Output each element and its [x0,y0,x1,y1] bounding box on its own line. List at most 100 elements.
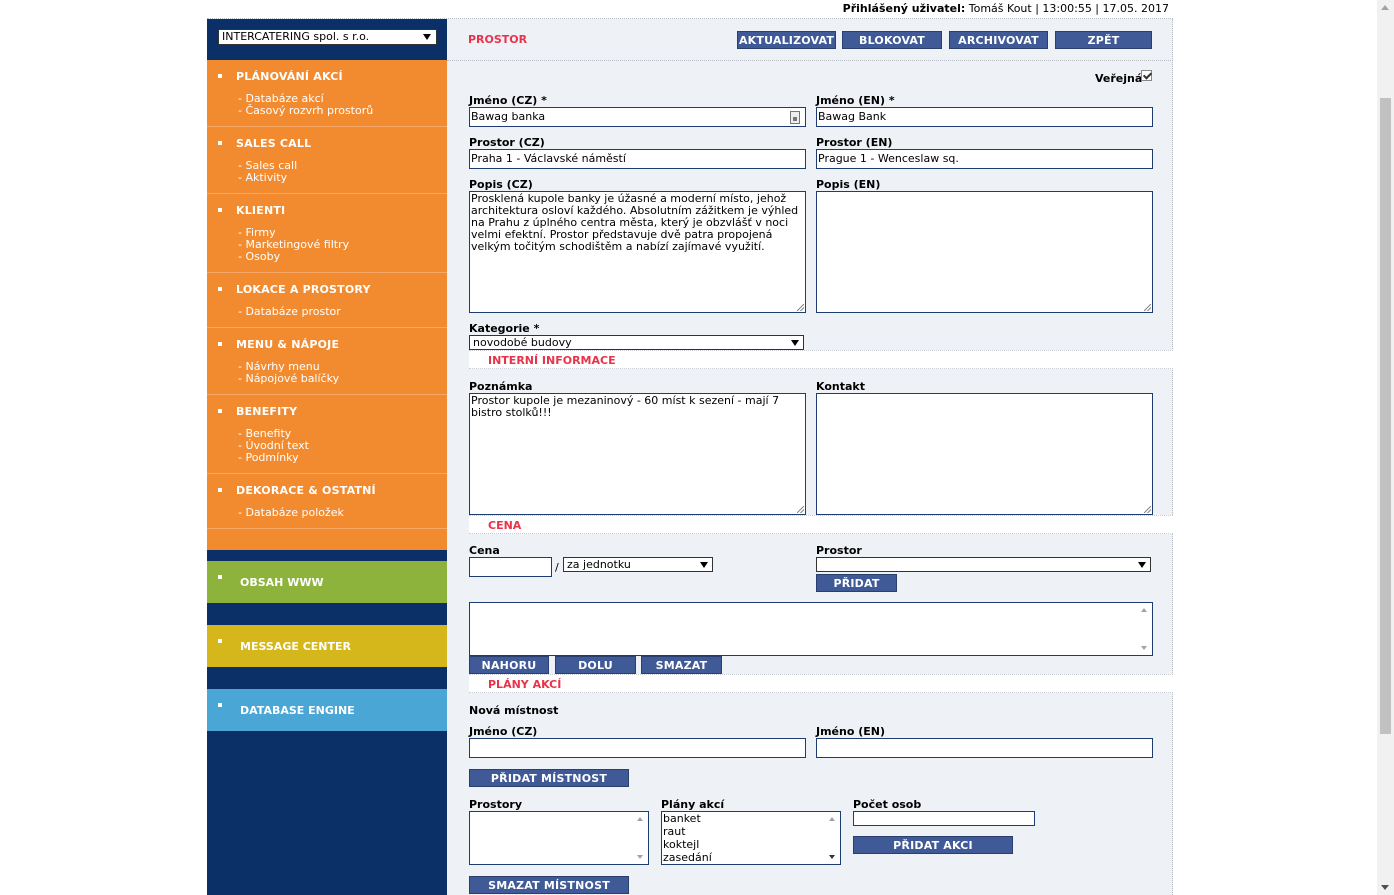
price-field[interactable] [469,557,552,577]
add-room-button[interactable]: PŘIDAT MÍSTNOST [469,769,629,787]
menu-link-napojove-balicky[interactable]: - Nápojové balíčky [238,373,339,385]
menu-link-casovy-rozvrh[interactable]: - Časový rozvrh prostorů [238,105,373,117]
room-name-cz-field[interactable] [469,738,806,758]
scroll-up-icon[interactable] [1381,5,1389,10]
smazat-button[interactable]: SMAZAT [641,656,722,674]
menu-section-title[interactable]: KLIENTI [236,204,285,217]
pridat-button[interactable]: PŘIDAT [816,574,897,592]
name-en-field[interactable]: Bawag Bank [816,107,1153,127]
desc-cz-value: Prosklená kupole banky je úžasné a moder… [471,192,799,253]
name-cz-value: Bawag banka [471,110,546,123]
space-cz-field[interactable]: Praha 1 - Václavské náměstí [469,149,806,169]
desc-en-textarea[interactable] [816,191,1153,313]
bullet-icon [218,141,222,145]
menu-section-title[interactable]: MENU & NÁPOJE [236,338,339,351]
autofill-icon[interactable] [790,111,800,124]
archivovat-button[interactable]: ARCHIVOVAT [949,31,1048,49]
resize-grip-icon[interactable] [797,506,804,513]
section-price: CENA [469,515,1173,534]
menu-section-dekorace: DEKORACE & OSTATNÍ - Databáze položek [207,474,447,529]
nahoru-button[interactable]: NAHORU [469,656,549,674]
room-name-en-field[interactable] [816,738,1153,758]
block-database-engine[interactable]: DATABASE ENGINE [207,689,447,731]
plan-option[interactable]: raut [663,825,840,838]
category-select[interactable]: novodobé budovy [469,335,804,350]
menu-link-databaze-prostor[interactable]: - Databáze prostor [238,306,341,318]
scroll-down-icon[interactable] [637,855,643,859]
note-value: Prostor kupole je mezaninový - 60 míst k… [471,394,780,419]
menu-link-podminky[interactable]: - Podmínky [238,452,309,464]
scroll-down-icon[interactable] [1381,885,1389,890]
block-title: MESSAGE CENTER [240,640,351,653]
plans-list[interactable]: banket raut koktejl zasedání [661,811,841,865]
price-list-scrollbar[interactable] [1138,604,1151,654]
scroll-up-icon[interactable] [637,817,643,821]
price-slash: / [555,561,559,574]
space-en-field[interactable]: Prague 1 - Wenceslaw sq. [816,149,1153,169]
logged-user-label: Přihlášený uživatel: [842,2,966,15]
block-title: OBSAH WWW [240,576,324,589]
menu-link-aktivity[interactable]: - Aktivity [238,172,297,184]
menu-section-menu-napoje: MENU & NÁPOJE - Návrhy menu - Nápojové b… [207,328,447,395]
public-checkbox[interactable] [1141,70,1152,81]
unit-select[interactable]: za jednotku [563,557,713,572]
space-en-label: Prostor (EN) [816,136,893,149]
price-space-select[interactable] [816,557,1151,572]
plans-list-scrollbar[interactable] [826,813,839,863]
menu-section-planovani: PLÁNOVÁNÍ AKCÍ - Databáze akcí - Časový … [207,60,447,127]
menu-section-title[interactable]: DEKORACE & OSTATNÍ [236,484,376,497]
persons-field[interactable] [853,811,1035,826]
menu-link-databaze-polozek[interactable]: - Databáze položek [238,507,344,519]
note-textarea[interactable]: Prostor kupole je mezaninový - 60 míst k… [469,393,806,515]
block-obsah-www[interactable]: OBSAH WWW [207,561,447,603]
resize-grip-icon[interactable] [1144,506,1151,513]
bullet-icon [218,208,222,212]
scrollbar-thumb[interactable] [1380,98,1391,734]
sidebar: INTERCATERING spol. s r.o. PLÁNOVÁNÍ AKC… [207,19,447,895]
menu-link-osoby[interactable]: - Osoby [238,251,349,263]
chevron-down-icon [791,340,799,346]
plan-option[interactable]: koktejl [663,838,840,851]
main-menu: PLÁNOVÁNÍ AKCÍ - Databáze akcí - Časový … [207,60,447,550]
resize-grip-icon[interactable] [797,304,804,311]
user-status-bar: Přihlášený uživatel: Tomáš Kout | 13:00:… [207,0,1173,19]
section-plans: PLÁNY AKCÍ [469,674,1173,693]
menu-section-title[interactable]: PLÁNOVÁNÍ AKCÍ [236,70,343,83]
room-name-en-label: Jméno (EN) [816,725,886,738]
public-label: Veřejná [1095,72,1143,85]
desc-en-label: Popis (EN) [816,178,881,191]
desc-cz-label: Popis (CZ) [469,178,533,191]
company-select-value: INTERCATERING spol. s r.o. [222,30,370,43]
zpet-button[interactable]: ZPĚT [1055,31,1152,49]
scroll-up-icon[interactable] [829,817,835,821]
spaces-list[interactable] [469,811,649,865]
price-list[interactable] [469,602,1153,656]
scroll-down-icon[interactable] [1141,646,1147,650]
plan-option[interactable]: zasedání [663,851,840,864]
page-scrollbar[interactable] [1377,0,1394,895]
block-message-center[interactable]: MESSAGE CENTER [207,625,447,667]
menu-section-sales-call: SALES CALL - Sales call - Aktivity [207,127,447,194]
delete-room-button[interactable]: SMAZAT MÍSTNOST [469,876,629,894]
logged-user-info: Tomáš Kout | 13:00:55 | 17.05. 2017 [968,2,1169,15]
add-action-button[interactable]: PŘIDAT AKCI [853,836,1013,854]
dolu-button[interactable]: DOLU [555,656,636,674]
name-cz-field[interactable]: Bawag banka [469,107,806,127]
plan-option[interactable]: banket [663,812,840,825]
scroll-down-icon[interactable] [829,855,835,859]
aktualizovat-button[interactable]: AKTUALIZOVAT [737,31,836,49]
contact-textarea[interactable] [816,393,1153,515]
menu-section-title[interactable]: BENEFITY [236,405,297,418]
page-title: PROSTOR [468,33,528,46]
company-select[interactable]: INTERCATERING spol. s r.o. [218,29,437,45]
menu-section-title[interactable]: LOKACE A PROSTORY [236,283,371,296]
menu-section-title[interactable]: SALES CALL [236,137,311,150]
blokovat-button[interactable]: BLOKOVAT [842,31,942,49]
scroll-up-icon[interactable] [1141,608,1147,612]
resize-grip-icon[interactable] [1144,304,1151,311]
price-label: Cena [469,544,500,557]
spaces-list-scrollbar[interactable] [634,813,647,863]
desc-cz-textarea[interactable]: Prosklená kupole banky je úžasné a moder… [469,191,806,313]
contact-label: Kontakt [816,380,865,393]
block-title: DATABASE ENGINE [240,704,355,717]
